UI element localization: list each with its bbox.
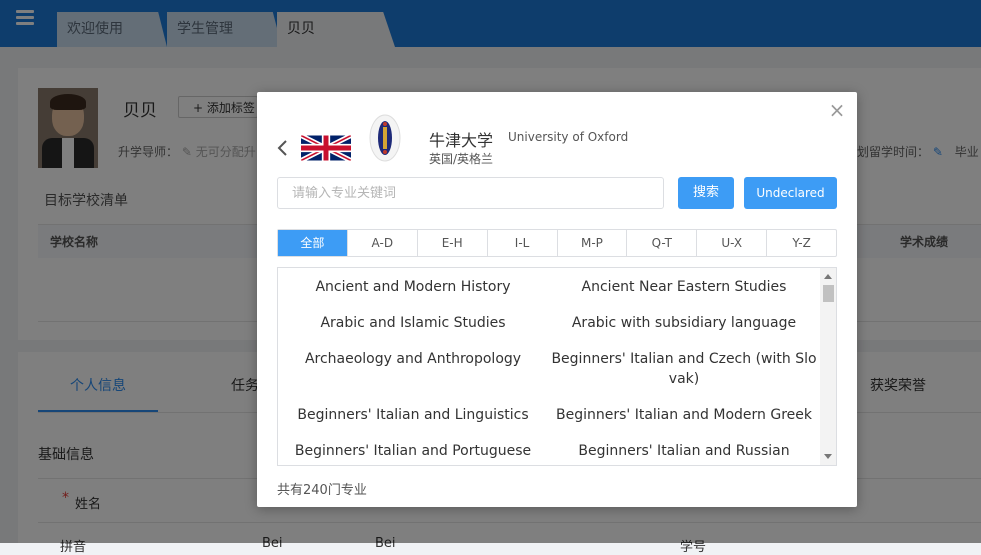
major-item[interactable]: Ancient Near Eastern Studies (549, 277, 819, 297)
major-item[interactable]: Ancient and Modern History (278, 277, 548, 297)
letter-tab-i-l[interactable]: I-L (486, 230, 557, 256)
letter-tab-u-x[interactable]: U-X (696, 230, 766, 256)
university-name-en: University of Oxford (508, 130, 629, 144)
major-list[interactable]: Ancient and Modern History Ancient Near … (277, 267, 837, 466)
list-scrollbar[interactable] (820, 268, 836, 465)
letter-tab-all[interactable]: 全部 (278, 230, 347, 256)
uk-flag-icon (301, 135, 351, 161)
oxford-crest-icon (369, 114, 401, 162)
major-search-input[interactable] (277, 177, 664, 209)
scroll-down-icon[interactable] (824, 454, 832, 459)
search-button[interactable]: 搜索 (678, 177, 734, 209)
undeclared-button[interactable]: Undeclared (744, 177, 837, 209)
major-count: 共有240门专业 (277, 483, 367, 498)
letter-tab-m-p[interactable]: M-P (556, 230, 627, 256)
major-item[interactable]: Beginners' Italian and Russian (549, 441, 819, 461)
letter-filter-tabs: 全部 A-D E-H I-L M-P Q-T U-X Y-Z (277, 229, 837, 257)
scroll-thumb[interactable] (823, 285, 834, 302)
letter-tab-q-t[interactable]: Q-T (626, 230, 696, 256)
letter-tab-e-h[interactable]: E-H (416, 230, 487, 256)
letter-tab-a-d[interactable]: A-D (346, 230, 417, 256)
major-select-modal: × 牛津大学 University of Oxford 英国/英格兰 搜索 Un… (257, 92, 857, 507)
university-name-cn: 牛津大学 (429, 131, 494, 150)
major-item[interactable]: Beginners' Italian and Czech (with Slova… (549, 349, 819, 389)
major-item[interactable]: Archaeology and Anthropology (278, 349, 548, 369)
university-location: 英国/英格兰 (429, 152, 494, 166)
major-item[interactable]: Beginners' Italian and Linguistics (278, 405, 548, 425)
major-item[interactable]: Beginners' Italian and Modern Greek (549, 405, 819, 425)
major-item[interactable]: Arabic and Islamic Studies (278, 313, 548, 333)
major-item[interactable]: Beginners' Italian and Portuguese (278, 441, 548, 461)
major-item[interactable]: Arabic with subsidiary language (549, 313, 819, 333)
close-icon[interactable]: × (827, 100, 847, 120)
scroll-up-icon[interactable] (824, 274, 832, 279)
chevron-left-icon[interactable] (275, 138, 289, 158)
letter-tab-y-z[interactable]: Y-Z (766, 230, 836, 256)
